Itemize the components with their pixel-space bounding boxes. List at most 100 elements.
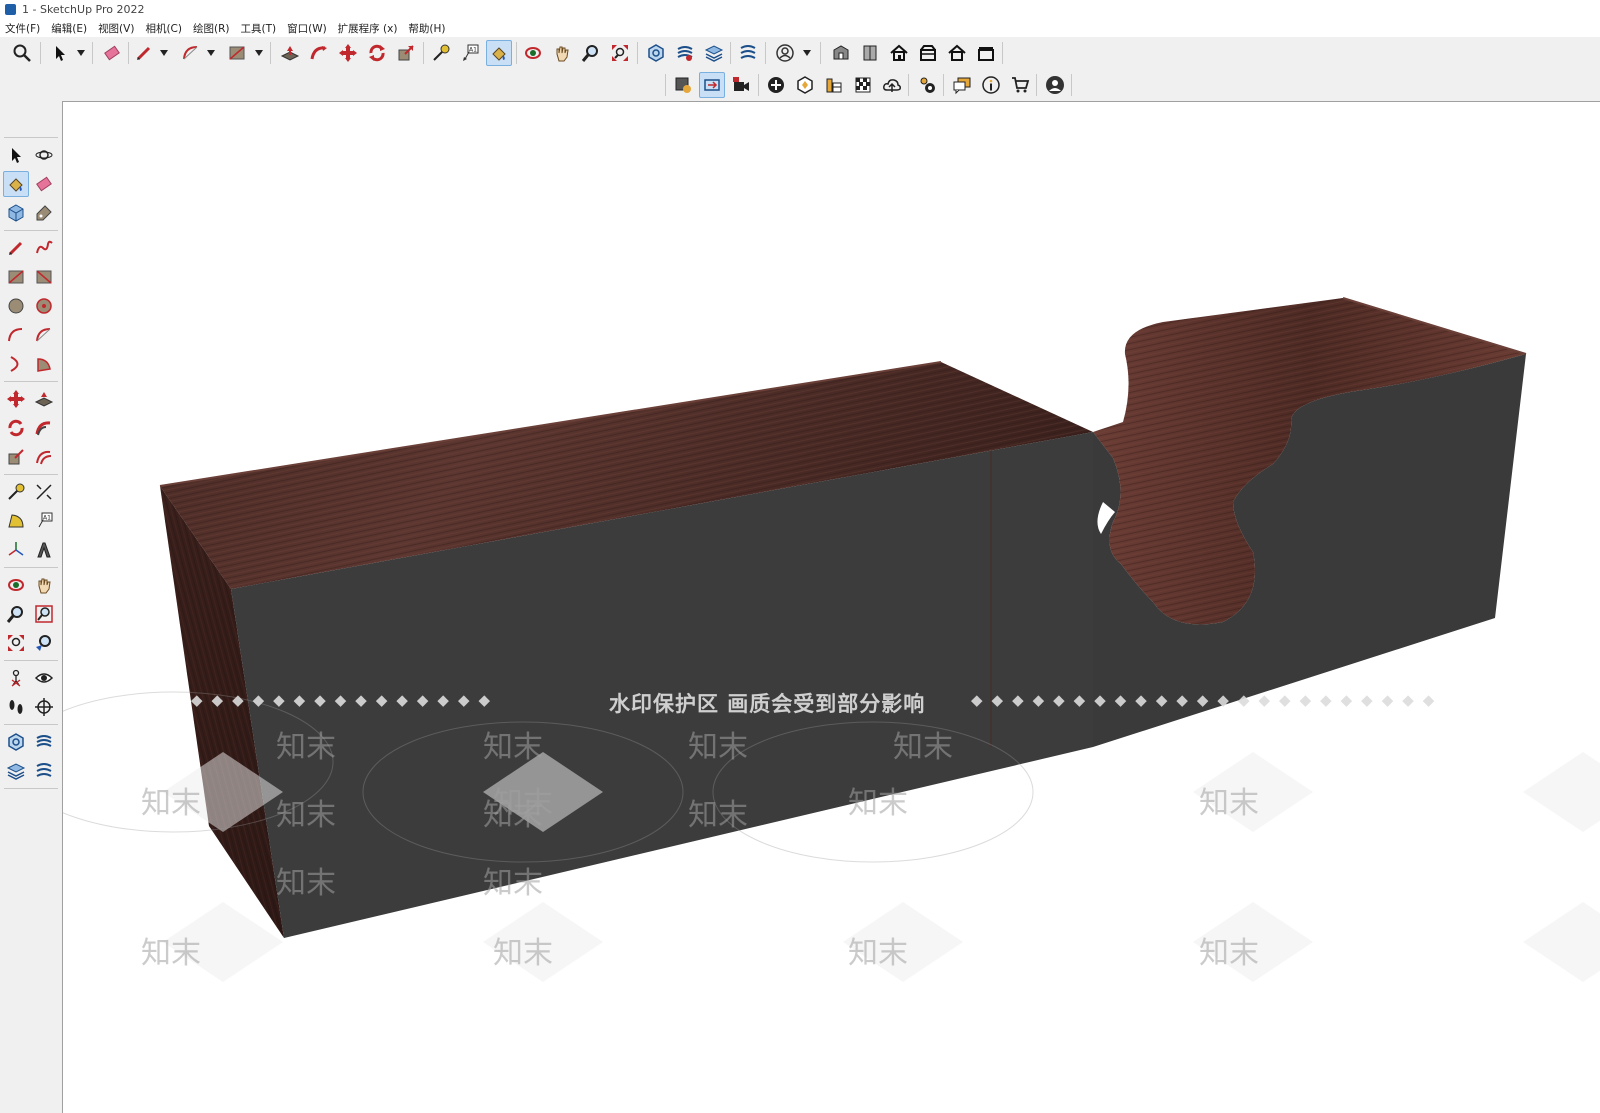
components-icon[interactable]: [3, 200, 29, 226]
pie-icon[interactable]: [31, 351, 57, 377]
orbit-icon[interactable]: [3, 572, 29, 598]
move-icon[interactable]: [335, 40, 361, 66]
two-point-arc-icon[interactable]: [31, 322, 57, 348]
pan-icon[interactable]: [31, 572, 57, 598]
menu-view[interactable]: 视图(V): [98, 21, 134, 36]
orbit-3d-icon[interactable]: [31, 142, 57, 168]
user-icon[interactable]: [1042, 72, 1068, 98]
offset-icon[interactable]: [31, 444, 57, 470]
menu-tools[interactable]: 工具(T): [240, 21, 276, 36]
outer-shell-icon[interactable]: [672, 40, 698, 66]
protractor-icon[interactable]: [3, 508, 29, 534]
orbit-icon[interactable]: [520, 40, 546, 66]
house4-icon[interactable]: [973, 40, 999, 66]
push-pull-icon[interactable]: [31, 386, 57, 412]
settings-icon[interactable]: [914, 72, 940, 98]
three-point-arc-icon[interactable]: [3, 351, 29, 377]
scale-icon[interactable]: [3, 444, 29, 470]
camera-icon[interactable]: [728, 72, 754, 98]
zoom-extents-icon[interactable]: [607, 40, 633, 66]
account-dropdown-icon[interactable]: [802, 47, 812, 59]
sandbox-icon[interactable]: [31, 758, 57, 784]
pan-icon[interactable]: [549, 40, 575, 66]
arc-icon[interactable]: [178, 40, 204, 66]
rectangle-icon[interactable]: [224, 40, 250, 66]
rotated-rectangle-icon[interactable]: [31, 264, 57, 290]
tape-measure-icon[interactable]: [3, 479, 29, 505]
tape-measure-icon[interactable]: [428, 40, 454, 66]
house3-icon[interactable]: [944, 40, 970, 66]
style-icon[interactable]: [670, 72, 696, 98]
account-icon[interactable]: [772, 40, 798, 66]
scene-icon[interactable]: [699, 72, 725, 98]
dimension-icon[interactable]: [31, 479, 57, 505]
warehouse-icon[interactable]: [828, 40, 854, 66]
axes-icon[interactable]: [3, 537, 29, 563]
house-icon[interactable]: [886, 40, 912, 66]
arc-dropdown-icon[interactable]: [206, 47, 216, 59]
section-icon[interactable]: [792, 72, 818, 98]
select-dropdown-icon[interactable]: [76, 47, 86, 59]
cloud-upload-icon[interactable]: [879, 72, 905, 98]
push-pull-icon[interactable]: [277, 40, 303, 66]
look-around-icon[interactable]: [31, 665, 57, 691]
polygon-icon[interactable]: [31, 293, 57, 319]
follow-me-icon[interactable]: [31, 415, 57, 441]
watermark-logo: 知末: [848, 936, 908, 971]
arc-icon[interactable]: [3, 322, 29, 348]
eraser-icon[interactable]: [99, 40, 125, 66]
house2-icon[interactable]: [915, 40, 941, 66]
tag-icon[interactable]: [31, 200, 57, 226]
paint-bucket-icon[interactable]: [486, 40, 512, 66]
menu-help[interactable]: 帮助(H): [408, 21, 445, 36]
menu-file[interactable]: 文件(F): [5, 21, 40, 36]
eraser-icon[interactable]: [31, 171, 57, 197]
position-camera-icon[interactable]: [3, 665, 29, 691]
zoom-extents-icon[interactable]: [3, 630, 29, 656]
checker-icon[interactable]: [850, 72, 876, 98]
layers-icon[interactable]: [701, 40, 727, 66]
components-icon[interactable]: [857, 40, 883, 66]
previous-view-icon[interactable]: [31, 630, 57, 656]
zoom-icon[interactable]: [9, 40, 35, 66]
menu-window[interactable]: 窗口(W): [287, 21, 327, 36]
text-icon[interactable]: A1: [457, 40, 483, 66]
rectangle-dropdown-icon[interactable]: [254, 47, 264, 59]
move-icon[interactable]: [3, 386, 29, 412]
walk-icon[interactable]: [3, 694, 29, 720]
rotate-icon[interactable]: [364, 40, 390, 66]
follow-me-icon[interactable]: [306, 40, 332, 66]
select-icon[interactable]: [47, 40, 73, 66]
shadow-icon[interactable]: [821, 72, 847, 98]
solid-tools-icon[interactable]: [3, 729, 29, 755]
menu-extensions[interactable]: 扩展程序 (x): [338, 21, 398, 36]
select-icon[interactable]: [3, 142, 29, 168]
text-icon[interactable]: A1: [31, 508, 57, 534]
rotate-icon[interactable]: [3, 415, 29, 441]
layers-icon[interactable]: [3, 758, 29, 784]
model-viewport[interactable]: ◆◆◆◆◆◆◆◆◆◆◆◆◆◆◆ 水印保护区 画质会受到部分影响 ◆◆◆◆◆◆◆◆…: [62, 101, 1600, 1113]
menu-draw[interactable]: 绘图(R): [193, 21, 230, 36]
zoom-window-icon[interactable]: [31, 601, 57, 627]
add-icon[interactable]: [763, 72, 789, 98]
outer-shell-icon[interactable]: [31, 729, 57, 755]
menu-camera[interactable]: 相机(C): [145, 21, 182, 36]
pencil-dropdown-icon[interactable]: [159, 47, 169, 59]
freehand-icon[interactable]: [31, 235, 57, 261]
zoom-icon[interactable]: [3, 601, 29, 627]
solid-inspector-icon[interactable]: [643, 40, 669, 66]
circle-icon[interactable]: [3, 293, 29, 319]
pencil-icon[interactable]: [131, 40, 157, 66]
section-plane-icon[interactable]: [31, 694, 57, 720]
paint-bucket-icon[interactable]: [3, 171, 29, 197]
sandbox-icon[interactable]: [735, 40, 761, 66]
3d-text-icon[interactable]: [31, 537, 57, 563]
menu-edit[interactable]: 编辑(E): [51, 21, 87, 36]
cart-icon[interactable]: [1007, 72, 1033, 98]
zoom-tool-icon[interactable]: [578, 40, 604, 66]
rectangle-icon[interactable]: [3, 264, 29, 290]
pencil-icon[interactable]: [3, 235, 29, 261]
scale-icon[interactable]: [393, 40, 419, 66]
info-icon[interactable]: [978, 72, 1004, 98]
chat-icon[interactable]: [949, 72, 975, 98]
